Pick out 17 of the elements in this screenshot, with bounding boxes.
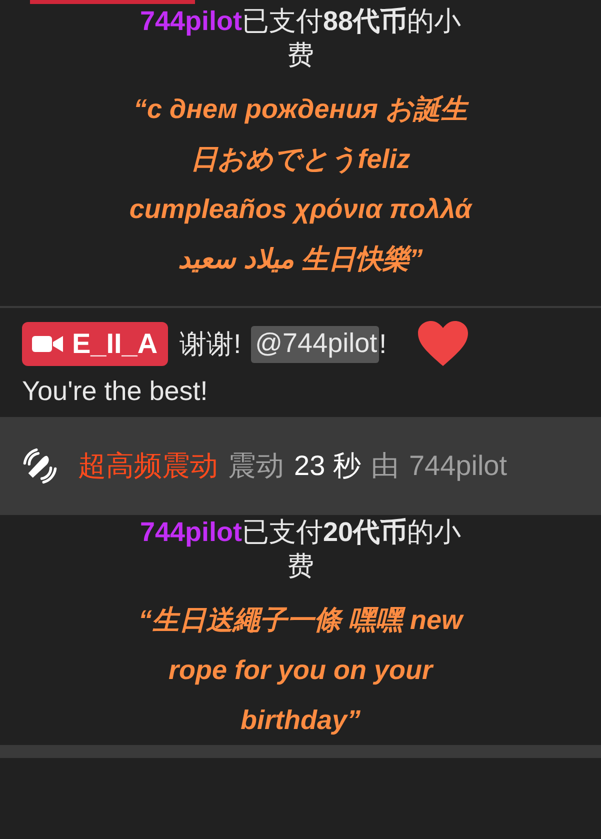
by-label: 由 (370, 449, 399, 483)
heart-icon (416, 320, 469, 368)
vibration-level: 超高频震动 (78, 449, 218, 483)
tip-message: “с днем рождения お誕生日おめでとうfeliz cumpleaños χρόνια πολλά ميلاد سعيد 生日快樂” (128, 93, 473, 276)
tip-message: “生日送繩子一條 嘿嘿 new rope for you on your birthday” (137, 604, 465, 737)
vibrating-toy-icon (22, 448, 58, 484)
message-text: ! (379, 328, 387, 360)
mention-link[interactable]: @744pilot (251, 326, 380, 362)
tip-notice: 744pilot已支付88代币的小费 (138, 5, 462, 72)
vibration-duration: 23 秒 (294, 449, 361, 483)
message-text: You're the best! (22, 376, 209, 407)
tip-notice: 744pilot已支付20代币的小费 (138, 516, 462, 583)
video-camera-icon (32, 334, 64, 354)
tipper-name: 744pilot (408, 450, 508, 482)
username-badge[interactable]: E_II_A (22, 322, 168, 366)
vibration-label: 震动 (228, 449, 284, 483)
message-text: 谢谢! (180, 328, 242, 361)
